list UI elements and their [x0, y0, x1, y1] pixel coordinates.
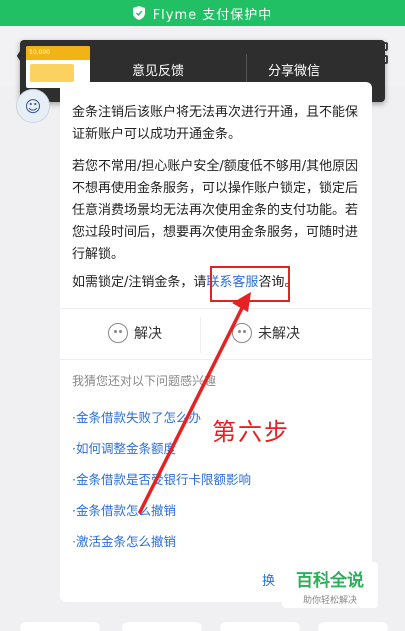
feedback-menu-item[interactable]: 意见反馈 [132, 60, 184, 79]
refresh-suggestions-link[interactable]: 换 [262, 570, 275, 589]
smile-face-icon [108, 323, 128, 343]
solved-label: 解决 [134, 326, 162, 342]
quick-tab[interactable] [122, 622, 202, 631]
quick-tab[interactable] [318, 622, 388, 631]
message-paragraph-1: 金条注销后该账户将无法再次进行开通，且不能保证新账户可以成功开通金条。 [72, 105, 359, 142]
suggestion-item[interactable]: ·金条借款是否受银行卡限额影响 [72, 464, 368, 495]
bottom-quick-tabs [0, 622, 405, 631]
highlight-box [210, 266, 290, 302]
shield-icon [132, 6, 145, 20]
payment-protection-bar: Flyme 支付保护中 [0, 0, 405, 26]
share-wechat-menu-item[interactable]: 分享微信 [268, 60, 320, 79]
suggestion-title: 我猜您还对以下问题感兴趣 [72, 374, 217, 388]
watermark-sub: 助你轻松解决 [302, 596, 357, 606]
protection-text: Flyme 支付保护中 [152, 7, 273, 23]
message-paragraph-2: 若您不常用/担心账户安全/额度低不够用/其他原因不想再使用金条服务，可以操作账户… [72, 159, 359, 262]
solved-button[interactable]: 解决 [108, 323, 162, 343]
feedback-divider [200, 317, 201, 353]
sad-face-icon [232, 323, 252, 343]
unsolved-label: 未解决 [258, 326, 300, 342]
service-avatar: ☺ [16, 89, 50, 123]
watermark-logo: 百科全说 助你轻松解决 [282, 562, 378, 608]
suggestion-item[interactable]: ·激活金条怎么撤销 [72, 526, 368, 557]
unsolved-button[interactable]: 未解决 [232, 323, 300, 343]
step-annotation: 第六步 [212, 418, 290, 446]
thumbnail-card [30, 64, 74, 82]
para3-prefix: 如需锁定/注销金条，请 [72, 275, 207, 290]
watermark-main: 百科全说 [296, 571, 364, 590]
quick-tab[interactable] [20, 622, 100, 631]
quick-tab[interactable] [220, 622, 300, 631]
thumbnail-label: 10,000 [26, 46, 90, 60]
chat-message-card: 金条注销后该账户将无法再次进行开通，且不能保证新账户可以成功开通金条。 若您不常… [60, 82, 372, 602]
feedback-row: 解决 未解决 [60, 308, 372, 360]
suggestion-item[interactable]: ·金条借款怎么撤销 [72, 495, 368, 526]
